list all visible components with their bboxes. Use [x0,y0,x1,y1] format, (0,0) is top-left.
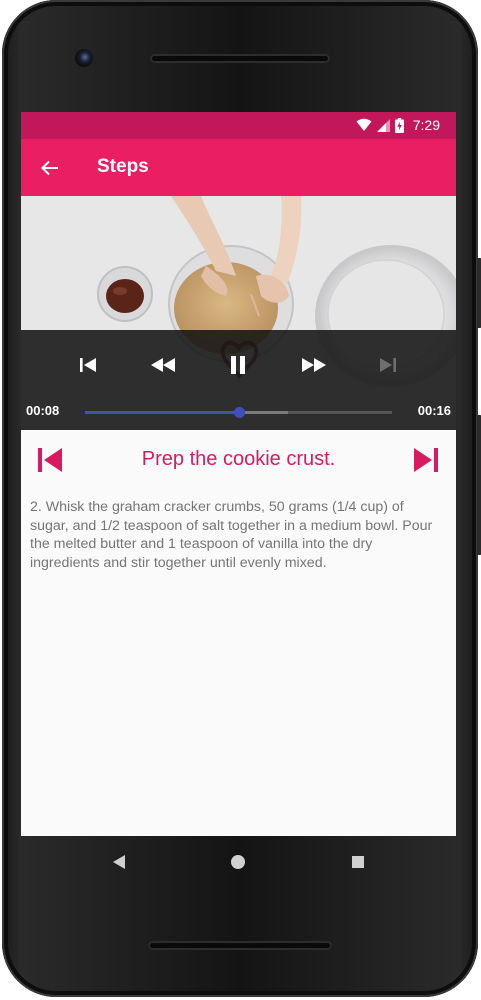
system-nav-bar [21,836,456,888]
pause-icon [231,356,245,374]
back-triangle-icon [113,855,125,869]
system-home-button[interactable] [224,848,252,876]
skip-next-icon [414,448,438,472]
step-title: Prep the cookie crust. [141,448,336,470]
elapsed-time: 00:08 [26,403,60,418]
app-screen: 7:29 Steps 00:08 00:16 Prep the cookie c… [21,112,456,836]
power-button [477,258,481,328]
seek-bar[interactable] [85,407,392,418]
pause-button[interactable] [223,348,253,382]
cell-signal-icon [376,118,390,132]
status-icons: 7:29 [356,117,440,133]
page-title: Steps [97,156,149,177]
seek-progress [85,411,239,414]
fast-forward-button[interactable] [297,350,331,380]
rewind-icon [151,358,175,372]
status-time: 7:29 [412,117,440,133]
recents-square-icon [352,856,364,868]
video-player[interactable]: 00:08 00:16 [21,196,456,430]
rewind-button[interactable] [146,350,180,380]
top-speaker [150,54,330,63]
front-camera [75,49,93,67]
battery-charging-icon [394,117,404,133]
next-step-button[interactable] [409,443,443,477]
status-bar: 7:29 [21,112,456,139]
skip-previous-button[interactable] [73,350,103,380]
total-duration: 00:16 [417,403,451,418]
app-bar: Steps [21,139,456,196]
skip-next-button[interactable] [373,350,403,380]
system-back-button[interactable] [105,848,133,876]
back-button[interactable] [35,153,65,183]
skip-next-icon [380,358,396,372]
skip-previous-icon [80,358,96,372]
fast-forward-icon [302,358,326,372]
seek-handle[interactable] [233,407,245,418]
home-circle-icon [231,855,245,869]
wifi-icon [356,118,372,131]
step-description: 2. Whisk the graham cracker crumbs, 50 g… [30,499,433,571]
skip-previous-icon [38,448,62,472]
arrow-back-icon [41,160,58,176]
system-recents-button[interactable] [344,848,372,876]
volume-button [477,415,481,555]
previous-step-button[interactable] [33,443,67,477]
bottom-speaker [148,941,332,950]
